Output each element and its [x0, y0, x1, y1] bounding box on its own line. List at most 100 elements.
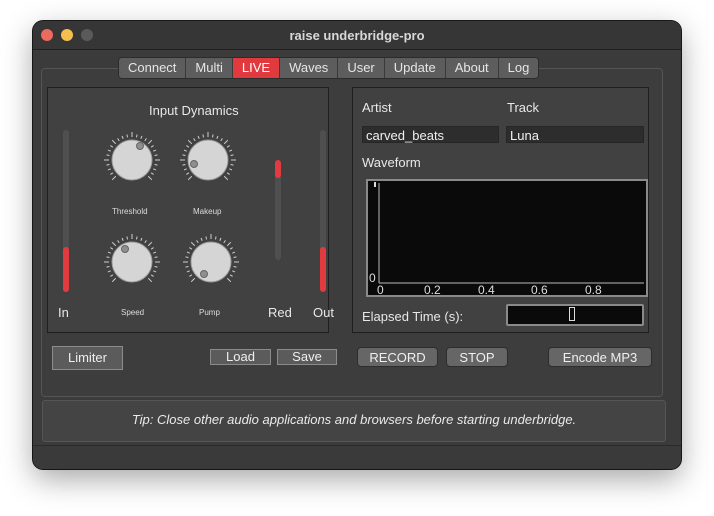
knob-tick: [187, 139, 193, 145]
knob-tick: [229, 168, 233, 171]
speed-knob[interactable]: [102, 232, 162, 292]
knob-tick: [214, 236, 217, 240]
knob-tick: [121, 237, 124, 241]
knob-tick: [140, 237, 143, 241]
knob-tick: [216, 135, 219, 139]
knob-tick: [226, 172, 230, 175]
input-dynamics-title: Input Dynamics: [149, 103, 239, 118]
load-button[interactable]: Load: [210, 349, 271, 365]
knob-tick: [107, 149, 111, 152]
elapsed-time-display: [506, 304, 644, 326]
tab-multi[interactable]: Multi: [186, 58, 233, 78]
knob-tick: [230, 163, 234, 166]
knob-tick: [196, 240, 199, 244]
knob-tick: [202, 134, 205, 138]
knob-tick: [110, 247, 114, 250]
threshold-label: Threshold: [112, 207, 148, 216]
knob-tick: [110, 145, 114, 148]
knob-tick: [197, 135, 200, 139]
waveform-x-tick: 0: [377, 283, 384, 295]
tab-log[interactable]: Log: [498, 58, 539, 78]
title-bar: raise underbridge-pro: [33, 21, 681, 50]
knob-tick: [154, 154, 158, 157]
encode-mp3-button[interactable]: Encode MP3: [548, 347, 652, 367]
tab-waves[interactable]: Waves: [280, 58, 339, 78]
threshold-knob[interactable]: [102, 130, 162, 190]
knob-tick: [220, 138, 223, 142]
makeup-label: Makeup: [193, 207, 222, 216]
waveform-display: 0 0 0.2 0.4 0.6 0.8: [366, 179, 648, 297]
knob-tick: [186, 270, 190, 273]
knob-tick: [200, 237, 203, 241]
knob-tick: [185, 265, 189, 268]
knob-tick: [111, 277, 117, 283]
knob-tick: [110, 172, 114, 175]
input-dynamics-panel: Input Dynamics Threshold Makeup Speed Pu…: [47, 87, 334, 333]
save-button[interactable]: Save: [277, 349, 337, 365]
knob-tick: [193, 138, 196, 142]
knob-tick: [233, 265, 237, 268]
tab-live[interactable]: LIVE: [232, 58, 281, 78]
knob-tick: [111, 175, 117, 181]
knob-tick: [150, 247, 154, 250]
red-label: Red: [268, 305, 292, 320]
knob-tick: [110, 274, 114, 277]
tab-connect[interactable]: Connect: [119, 58, 187, 78]
knob-tick: [185, 256, 189, 259]
knob-tick: [154, 265, 158, 268]
knob-tick: [229, 149, 233, 152]
knob-tick: [233, 256, 237, 259]
knob-tick: [190, 277, 196, 283]
knob-tick: [189, 274, 193, 277]
waveform-x-tick: 0.2: [424, 283, 441, 295]
artist-field[interactable]: carved_beats: [362, 126, 499, 143]
makeup-knob[interactable]: [178, 130, 238, 190]
tab-update[interactable]: Update: [384, 58, 446, 78]
knob-tick: [107, 168, 111, 171]
waveform-plot: 0 0 0.2 0.4 0.6 0.8: [369, 182, 644, 295]
stop-button[interactable]: STOP: [446, 347, 508, 367]
knob-tick: [135, 236, 138, 240]
record-button[interactable]: RECORD: [357, 347, 438, 367]
knob-tick: [144, 240, 147, 244]
waveform-x-tick: 0.4: [478, 283, 495, 295]
knob-tick: [189, 247, 193, 250]
tip-bar: Tip: Close other audio applications and …: [42, 400, 666, 442]
knob-tick: [211, 134, 214, 138]
knob-tick: [205, 236, 208, 240]
in-label: In: [58, 305, 69, 320]
speed-label: Speed: [121, 308, 145, 317]
knob-tick: [126, 134, 129, 138]
knob-tick: [153, 251, 157, 254]
input-level-meter: [63, 130, 69, 292]
knob-tick: [107, 251, 111, 254]
knob-tick: [232, 251, 236, 254]
knob-tick: [121, 135, 124, 139]
knob-tick: [182, 154, 186, 157]
knob-tick: [183, 149, 187, 152]
knob-tick: [190, 241, 196, 247]
knob-tick: [154, 163, 158, 166]
tab-about[interactable]: About: [445, 58, 499, 78]
knob-tick: [153, 270, 157, 273]
knob-tick: [223, 139, 229, 145]
knob-tick: [186, 172, 190, 175]
knob-tick: [229, 247, 233, 250]
knob-tick: [117, 240, 120, 244]
knob-tick: [144, 138, 147, 142]
knob-tick: [150, 274, 154, 277]
knob-tick: [154, 256, 158, 259]
input-level-fill: [63, 247, 69, 292]
knob-tick: [135, 134, 138, 138]
track-field[interactable]: Luna: [506, 126, 644, 143]
limiter-button[interactable]: Limiter: [52, 346, 123, 370]
pump-label: Pump: [199, 308, 220, 317]
knob-tick: [150, 145, 154, 148]
pump-knob[interactable]: [181, 232, 241, 292]
knob-tick: [153, 168, 157, 171]
knob-tick: [183, 168, 187, 171]
knob-tick: [111, 241, 117, 247]
window-title: raise underbridge-pro: [289, 28, 425, 43]
knob-tick: [106, 265, 110, 268]
tab-user[interactable]: User: [338, 58, 385, 78]
